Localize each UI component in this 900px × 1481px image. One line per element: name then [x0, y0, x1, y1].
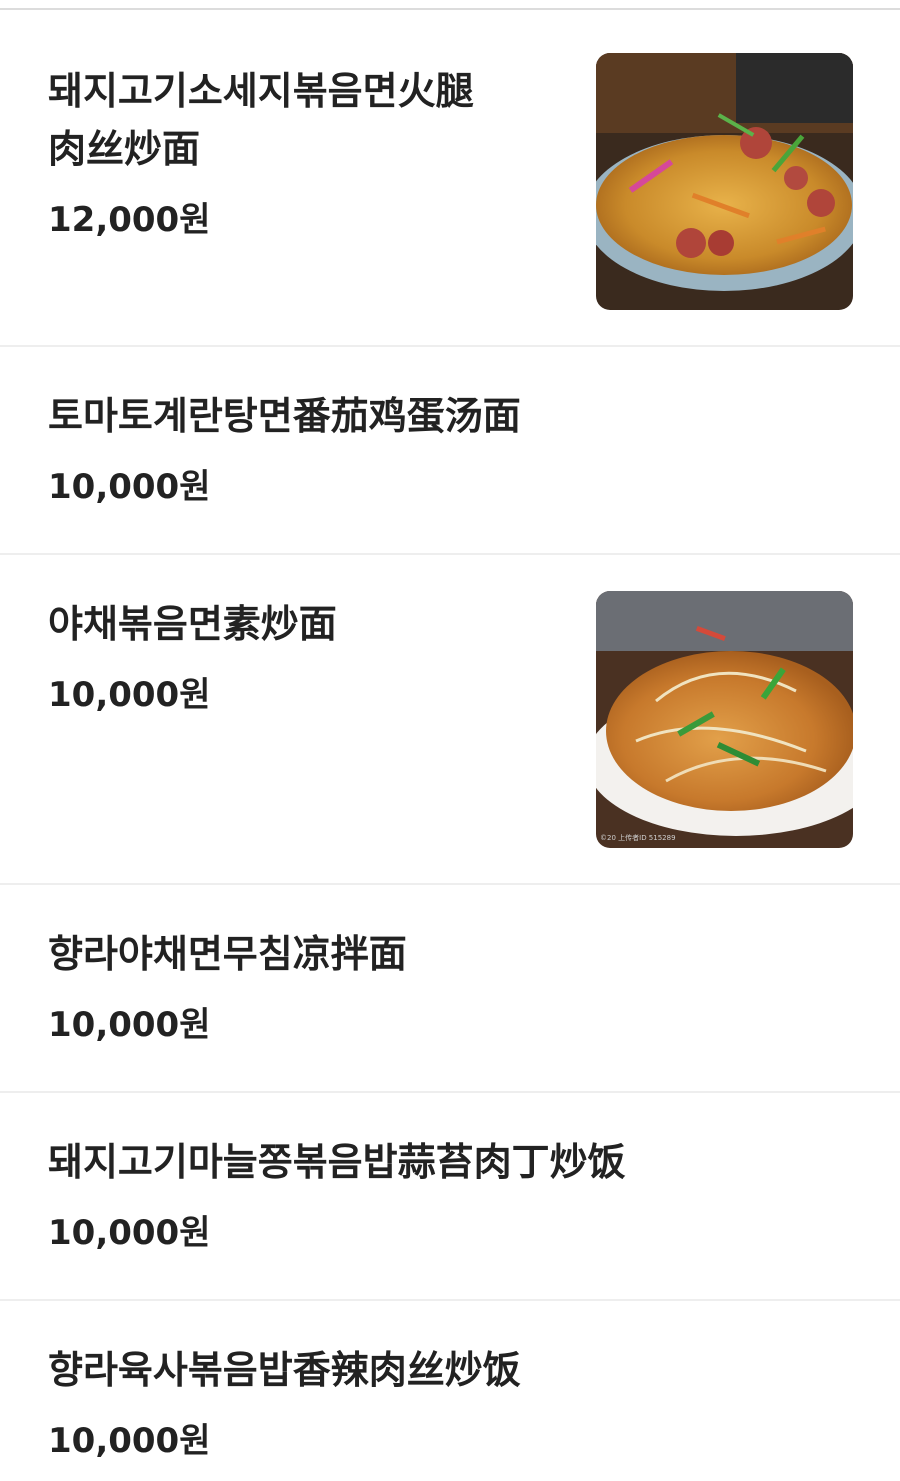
menu-item-name-line2: 肉丝炒面 [48, 127, 201, 171]
menu-item-price: 10,000원 [48, 675, 211, 715]
menu-item-text: 향라야채면무침凉拌面 10,000원 [48, 925, 407, 1046]
menu-item-price: 10,000원 [48, 1421, 211, 1461]
menu-item-name: 향라육사볶음밥香辣肉丝炒饭 [48, 1348, 521, 1392]
menu-item-text: 향라육사볶음밥香辣肉丝炒饭 10,000원 [48, 1341, 521, 1462]
menu-item-name: 토마토계란탕면番茄鸡蛋汤面 [48, 394, 521, 438]
menu-item-text: 토마토계란탕면番茄鸡蛋汤面 10,000원 [48, 387, 521, 508]
menu-item-price: 10,000원 [48, 467, 211, 507]
menu-item[interactable]: 돼지고기소세지볶음면火腿 肉丝炒面 12,000원 [0, 10, 900, 347]
menu-item-text: 돼지고기마늘쫑볶음밥蒜苔肉丁炒饭 10,000원 [48, 1133, 626, 1254]
menu-item-image[interactable] [596, 53, 853, 310]
menu-item-price: 12,000원 [48, 200, 211, 240]
menu-item-price: 10,000원 [48, 1213, 211, 1253]
menu-item-price: 10,000원 [48, 1005, 211, 1045]
menu-item[interactable]: 향라육사볶음밥香辣肉丝炒饭 10,000원 [0, 1301, 900, 1471]
menu-item[interactable]: 토마토계란탕면番茄鸡蛋汤面 10,000원 [0, 347, 900, 555]
menu-item[interactable]: 돼지고기마늘쫑볶음밥蒜苔肉丁炒饭 10,000원 [0, 1093, 900, 1301]
svg-text:©20 上传者ID 515289: ©20 上传者ID 515289 [600, 833, 676, 842]
menu-item-text: 야채볶음면素炒面 10,000원 [48, 595, 337, 716]
menu-item[interactable]: 야채볶음면素炒面 10,000원 ©20 上传者ID 515289 [0, 555, 900, 885]
menu-item-name: 향라야채면무침凉拌面 [48, 932, 407, 976]
menu-list: 돼지고기소세지볶음면火腿 肉丝炒面 12,000원 토마토계란탕면番茄鸡蛋汤面 … [0, 10, 900, 1471]
menu-item-name-line1: 돼지고기소세지볶음면火腿 [48, 69, 474, 113]
menu-item[interactable]: 향라야채면무침凉拌面 10,000원 [0, 885, 900, 1093]
menu-item-name: 돼지고기마늘쫑볶음밥蒜苔肉丁炒饭 [48, 1140, 626, 1184]
menu-item-name: 돼지고기소세지볶음면火腿 肉丝炒面 [48, 62, 474, 178]
menu-item-name: 야채볶음면素炒面 [48, 602, 337, 646]
menu-item-text: 돼지고기소세지볶음면火腿 肉丝炒面 12,000원 [48, 62, 474, 241]
menu-item-image[interactable]: ©20 上传者ID 515289 [596, 591, 853, 848]
